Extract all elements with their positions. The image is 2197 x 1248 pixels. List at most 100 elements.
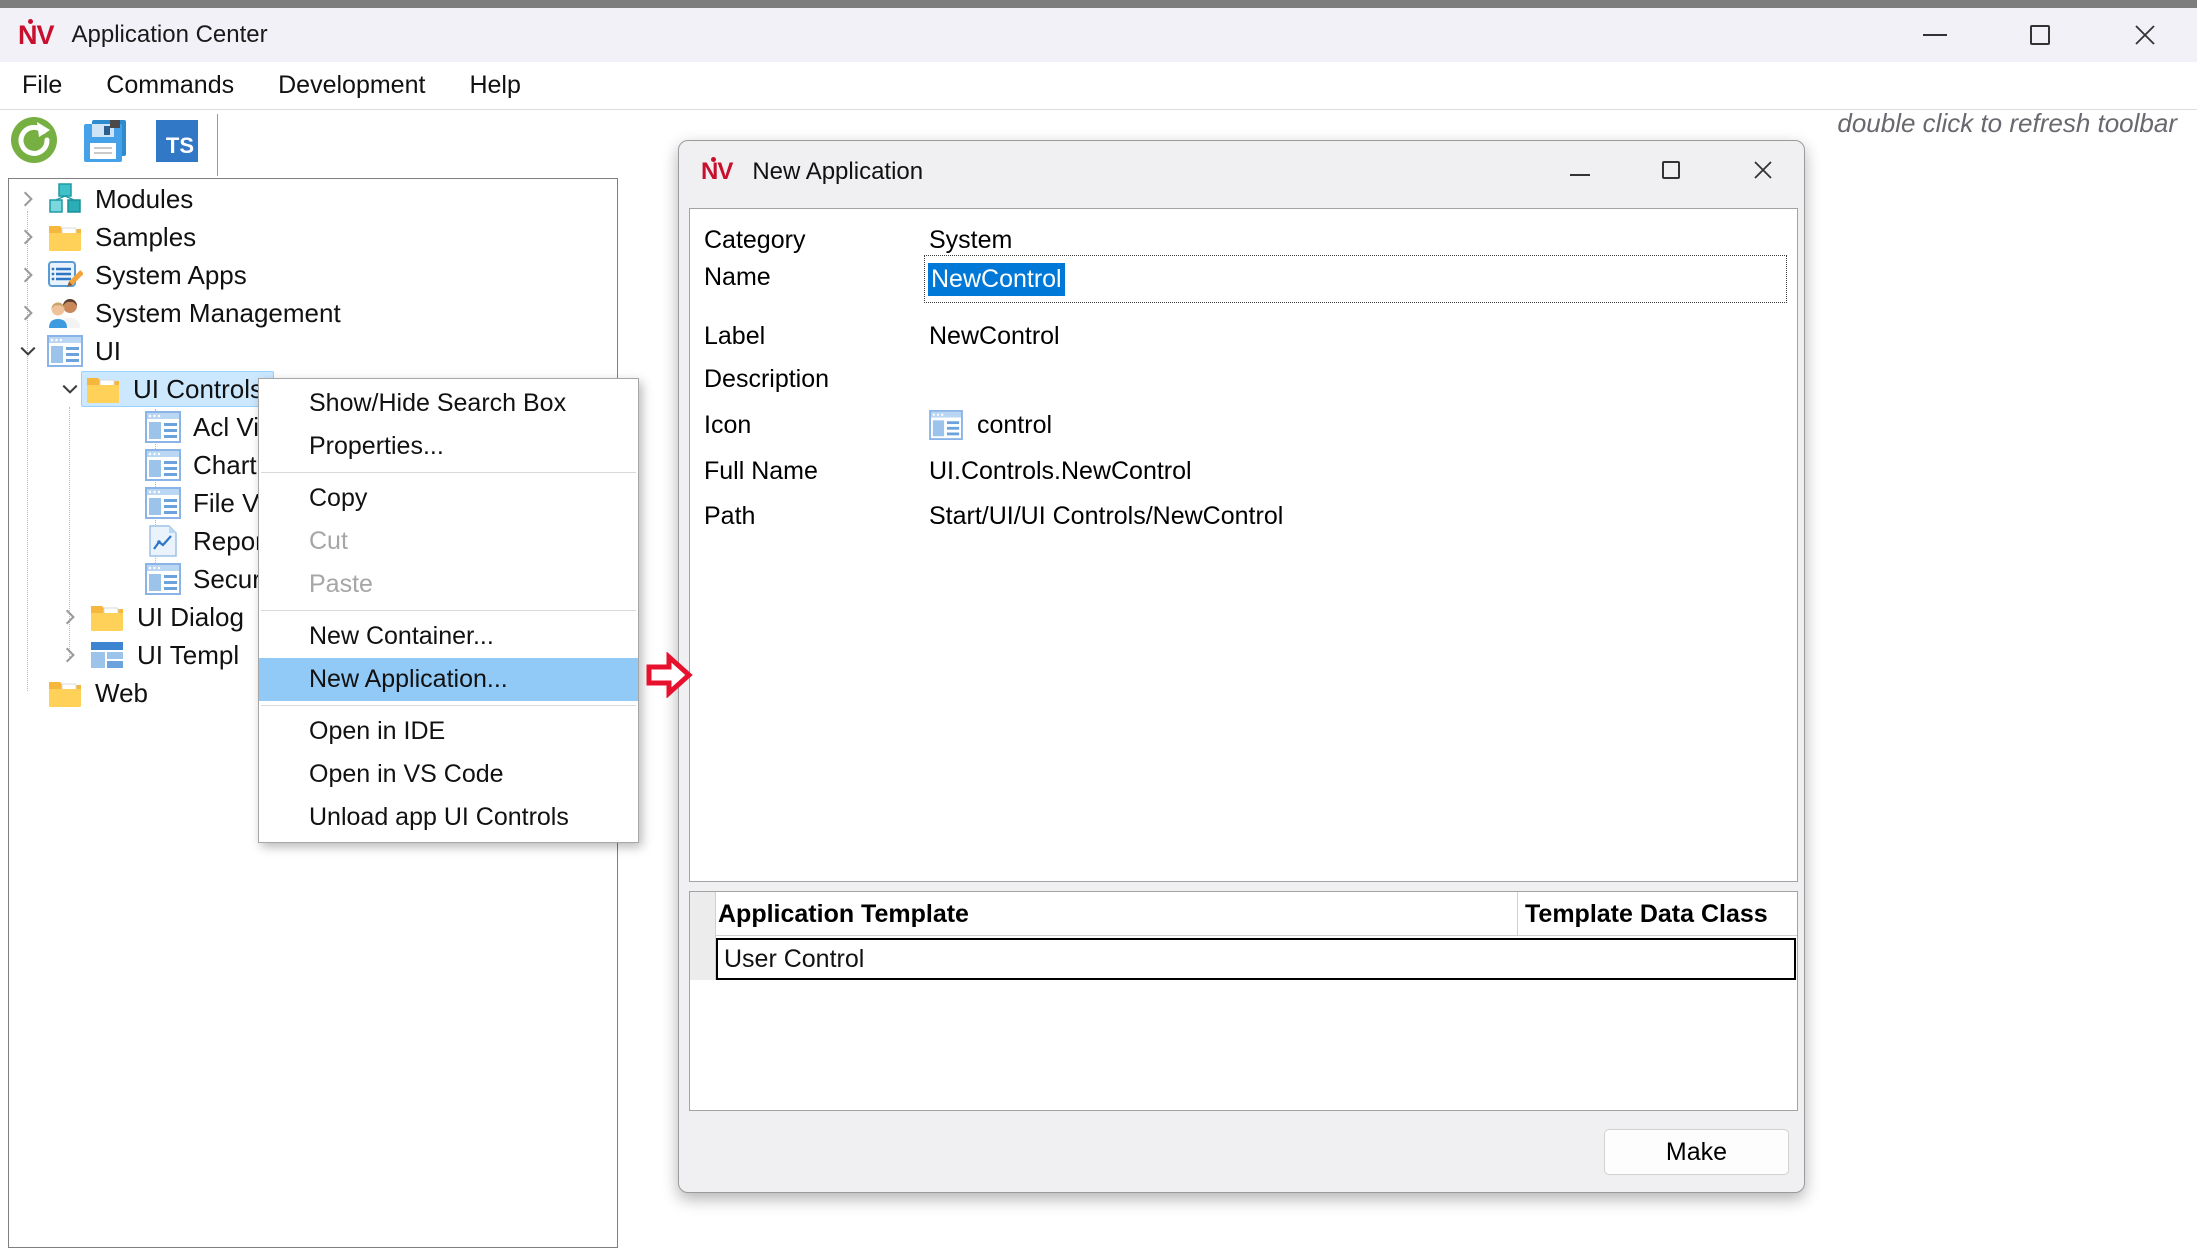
tree-item-label: UI Templ <box>137 640 239 671</box>
folder-icon <box>89 601 125 633</box>
dialog-minimize-button[interactable] <box>1570 163 1590 181</box>
tree-item-label: System Management <box>95 298 341 329</box>
menu-item-open-in-vs-code[interactable]: Open in VS Code <box>259 753 638 796</box>
menu-item-unload-app-ui-controls[interactable]: Unload app UI Controls <box>259 796 638 839</box>
name-input[interactable]: NewControl <box>924 255 1787 303</box>
menu-item-new-container[interactable]: New Container... <box>259 615 638 658</box>
make-button[interactable]: Make <box>1604 1129 1789 1175</box>
field-full-name: Full Name UI.Controls.NewControl <box>690 454 1797 488</box>
table-row-user-control[interactable]: User Control <box>716 938 1796 980</box>
folder-icon <box>47 677 83 709</box>
maximize-button[interactable] <box>1987 8 2092 62</box>
chevron-down-icon[interactable] <box>59 378 81 400</box>
selected-text: NewControl <box>928 263 1065 296</box>
tree-item-system-management[interactable]: System Management <box>9 294 617 332</box>
minimize-button[interactable] <box>1882 8 1987 62</box>
tree-item-label: Securi <box>193 564 267 595</box>
close-icon <box>1752 159 1774 181</box>
chevron-right-icon[interactable] <box>59 606 81 628</box>
menu-item-properties[interactable]: Properties... <box>259 425 638 468</box>
red-arrow-icon <box>645 652 693 703</box>
field-value: control <box>977 411 1052 440</box>
tree-item-ui[interactable]: UI <box>9 332 617 370</box>
column-header-application-template[interactable]: Application Template <box>718 892 969 936</box>
chevron-right-icon[interactable] <box>17 188 39 210</box>
titlebar[interactable]: NV Application Center <box>0 8 2197 62</box>
tree-item-system-apps[interactable]: System Apps <box>9 256 617 294</box>
window-icon <box>929 410 963 440</box>
menu-item-new-application[interactable]: New Application... <box>259 658 638 701</box>
menu-item-paste: Paste <box>259 563 638 606</box>
window-icon <box>145 487 181 519</box>
menu-file[interactable]: File <box>0 62 84 110</box>
dialog-close-button[interactable] <box>1752 159 1774 186</box>
template-icon <box>89 639 125 671</box>
dialog-maximize-button[interactable] <box>1662 161 1680 184</box>
menu-item-cut: Cut <box>259 520 638 563</box>
tree-item-samples[interactable]: Samples <box>9 218 617 256</box>
maximize-icon <box>1662 161 1680 179</box>
toolbar-hint-text: double click to refresh toolbar <box>1837 108 2177 139</box>
field-category: Category System <box>690 223 1797 257</box>
save-icon <box>80 116 130 166</box>
tree-item-modules[interactable]: Modules <box>9 180 617 218</box>
chevron-right-icon[interactable] <box>17 302 39 324</box>
save-button[interactable] <box>80 116 130 171</box>
refresh-icon <box>10 116 58 164</box>
field-name: Name NewControl <box>690 255 1797 303</box>
tree-item-label: Modules <box>95 184 193 215</box>
menu-item-show-hide-search-box[interactable]: Show/Hide Search Box <box>259 382 638 425</box>
window-icon <box>145 563 181 595</box>
field-path: Path Start/UI/UI Controls/NewControl <box>690 499 1797 533</box>
window-icon <box>145 411 181 443</box>
close-button[interactable] <box>2092 8 2197 62</box>
menu-separator <box>261 705 636 706</box>
report-icon <box>145 525 181 557</box>
tree-item-label: Web <box>95 678 148 709</box>
menu-item-open-in-ide[interactable]: Open in IDE <box>259 710 638 753</box>
tree-item-label: System Apps <box>95 260 247 291</box>
application-properties-form: Category System Name NewControl Label Ne… <box>689 208 1798 882</box>
menu-commands[interactable]: Commands <box>84 62 256 110</box>
chevron-right-icon[interactable] <box>59 644 81 666</box>
chevron-right-icon[interactable] <box>17 226 39 248</box>
menu-separator <box>261 472 636 473</box>
field-label: Name <box>704 263 771 292</box>
column-header-template-data-class[interactable]: Template Data Class <box>1525 892 1768 936</box>
field-label-row: Label NewControl <box>690 319 1797 353</box>
refresh-button[interactable] <box>10 116 58 169</box>
menu-separator <box>261 610 636 611</box>
dialog-title: New Application <box>752 158 923 186</box>
field-label: Label <box>704 322 765 351</box>
chevron-down-icon[interactable] <box>17 340 39 362</box>
menu-help[interactable]: Help <box>447 62 542 110</box>
window-top-edge <box>0 0 2197 8</box>
field-label: Path <box>704 502 755 531</box>
dialog-titlebar[interactable]: NV New Application <box>679 141 1804 203</box>
field-label: Category <box>704 226 805 255</box>
minimize-icon <box>1570 174 1590 176</box>
window-icon <box>47 335 83 367</box>
new-application-dialog: NV New Application Category System Name … <box>678 140 1805 1193</box>
application-center-window: NV Application Center File Commands Deve… <box>0 0 2197 1248</box>
app-logo: NV <box>18 20 54 51</box>
system-apps-icon <box>47 259 83 291</box>
field-description: Description <box>690 362 1797 396</box>
field-icon: Icon control <box>690 407 1797 443</box>
minimize-icon <box>1923 34 1947 36</box>
tree-item-label: UI Dialog <box>137 602 244 633</box>
field-value: UI.Controls.NewControl <box>929 457 1192 486</box>
close-icon <box>2133 23 2157 47</box>
menu-development[interactable]: Development <box>256 62 447 110</box>
table-header-row: Application Template Template Data Class <box>716 892 1797 936</box>
toolbar-separator <box>217 114 218 176</box>
tree-item-label: UI <box>95 336 121 367</box>
dialog-logo: NV <box>701 158 732 186</box>
window-icon <box>145 449 181 481</box>
field-value: NewControl <box>929 322 1060 351</box>
field-value: System <box>929 226 1012 255</box>
chevron-right-icon[interactable] <box>17 264 39 286</box>
tree-item-label: UI Controls <box>133 374 263 405</box>
typescript-button[interactable]: TS <box>156 120 198 162</box>
menu-item-copy[interactable]: Copy <box>259 477 638 520</box>
